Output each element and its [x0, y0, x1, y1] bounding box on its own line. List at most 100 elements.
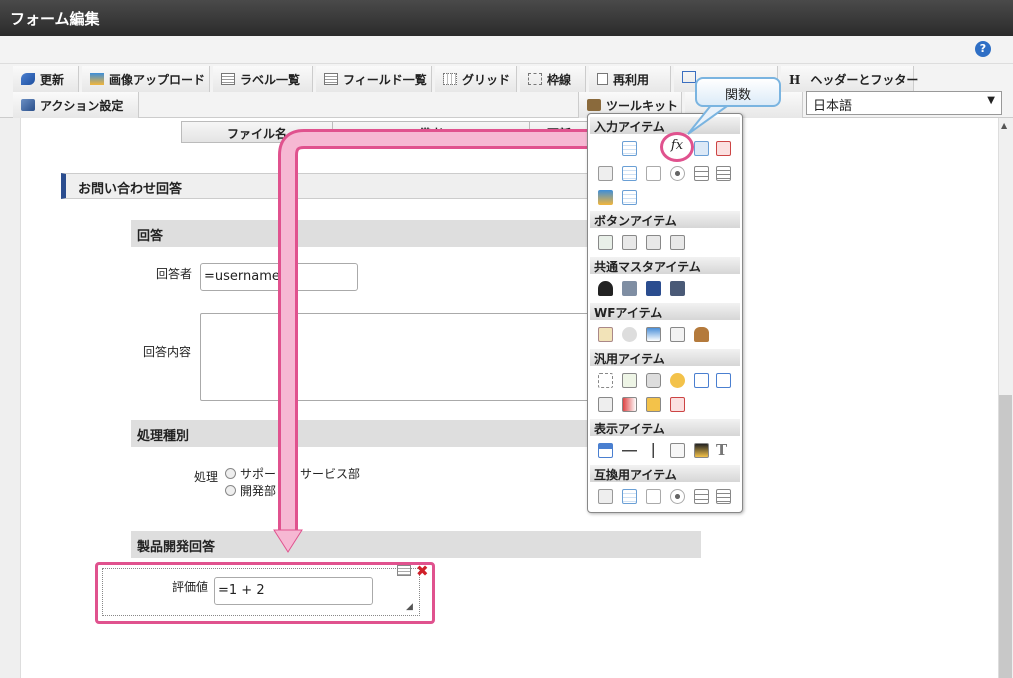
stamp-icon[interactable]	[694, 327, 709, 342]
list-item-icon[interactable]	[622, 166, 637, 181]
image-upload-button[interactable]: 画像アップロード	[82, 66, 210, 92]
header-item-icon[interactable]	[598, 443, 613, 458]
compat-radio-icon[interactable]	[670, 489, 685, 504]
compat-list-box-icon[interactable]	[716, 489, 731, 504]
update-button[interactable]: 更新	[13, 66, 79, 92]
image-icon[interactable]	[646, 327, 661, 342]
panel-icon[interactable]	[598, 397, 613, 412]
compat-select-icon[interactable]	[598, 489, 613, 504]
attachment-icon[interactable]	[622, 327, 637, 342]
window-title: フォーム編集	[0, 0, 1013, 36]
label-item-icon[interactable]	[598, 373, 613, 388]
textarea-item-icon[interactable]	[694, 166, 709, 181]
radio-dev[interactable]: 開発部	[225, 482, 276, 499]
grid-button[interactable]: グリッド	[435, 66, 517, 92]
compat-list-icon[interactable]	[622, 489, 637, 504]
palette-general-items: 汎用アイテム	[590, 349, 740, 366]
toolkit-label: ツールキット	[606, 99, 679, 113]
radio-item-icon[interactable]	[670, 166, 685, 181]
calendar-red-item-icon[interactable]	[716, 141, 731, 156]
update-icon	[21, 73, 35, 85]
chevron-down-icon: ▼	[987, 95, 995, 106]
header-footer-button[interactable]: H ヘッダーとフッター	[781, 66, 918, 92]
field-list-button[interactable]: フィールド一覧	[316, 66, 432, 92]
radio-support-label: サポート・サービス部	[240, 467, 361, 481]
action-settings-label: アクション設定	[40, 99, 124, 113]
history-icon[interactable]	[670, 327, 685, 342]
function-callout: 関数	[695, 77, 781, 107]
schedule-icon[interactable]	[670, 397, 685, 412]
table-item-icon[interactable]	[622, 141, 637, 156]
organization-icon[interactable]	[622, 281, 637, 296]
palette-display-items: 表示アイテム	[590, 419, 740, 436]
language-select[interactable]: 日本語 ▼	[806, 91, 1002, 115]
list-box-item-icon[interactable]	[716, 166, 731, 181]
tree-icon[interactable]	[646, 397, 661, 412]
user-icon[interactable]	[598, 281, 613, 296]
language-value: 日本語	[813, 99, 853, 114]
reuse-button[interactable]: 再利用	[589, 66, 671, 92]
vertical-line-icon[interactable]	[646, 443, 661, 458]
calendar-item-icon[interactable]	[694, 141, 709, 156]
image-display-icon[interactable]	[694, 443, 709, 458]
document-item-icon[interactable]	[622, 373, 637, 388]
checkbox-item-icon[interactable]	[646, 166, 661, 181]
frame-icon	[682, 71, 696, 83]
button-next-icon[interactable]	[622, 235, 637, 250]
eval-input[interactable]: =1 + 2	[214, 577, 373, 605]
button-check-icon[interactable]	[598, 235, 613, 250]
delete-icon[interactable]: ✖	[416, 562, 429, 580]
horizontal-line-icon[interactable]	[622, 443, 637, 458]
reuse-icon	[597, 73, 608, 85]
toolbox-icon	[587, 99, 601, 111]
upload-item-icon[interactable]	[598, 190, 613, 205]
label-list-button[interactable]: ラベル一覧	[213, 66, 313, 92]
palette-wf-items: WFアイテム	[590, 303, 740, 320]
compat-checkbox-icon[interactable]	[646, 489, 661, 504]
respondent-label: 回答者	[156, 267, 193, 281]
file-download-icon[interactable]	[716, 373, 731, 388]
respondent-input[interactable]: =username()	[200, 263, 358, 291]
text-icon[interactable]: T	[716, 441, 731, 459]
radio-dev-label: 開発部	[240, 484, 277, 498]
border-label: 枠線	[547, 73, 572, 87]
id-card-icon[interactable]	[622, 397, 637, 412]
function-item-icon[interactable]: fx	[660, 132, 694, 162]
camera-icon[interactable]	[646, 373, 661, 388]
process-header: 処理種別	[131, 420, 601, 447]
clipboard-icon[interactable]	[598, 327, 613, 342]
company-icon[interactable]	[670, 281, 685, 296]
field-settings-icon[interactable]	[397, 565, 411, 576]
content-textarea[interactable]	[200, 313, 600, 401]
help-icon[interactable]: ?	[975, 41, 991, 57]
field-list-label: フィールド一覧	[343, 73, 427, 87]
select-item-icon[interactable]	[598, 166, 613, 181]
scrollbar-thumb[interactable]	[999, 395, 1012, 678]
field-list-icon	[324, 73, 338, 85]
radio-support[interactable]: サポート・サービス部	[225, 465, 360, 482]
content-label: 回答内容	[143, 345, 192, 359]
compat-textarea-icon[interactable]	[694, 489, 709, 504]
scroll-up-icon[interactable]: ▲	[1001, 121, 1007, 130]
user-organization-icon[interactable]	[646, 281, 661, 296]
radio-circle-icon[interactable]	[225, 468, 236, 479]
grid-item-icon[interactable]	[622, 190, 637, 205]
action-settings-button[interactable]: アクション設定	[13, 92, 139, 118]
grid-icon	[443, 73, 457, 85]
palette-master-items: 共通マスタアイテム	[590, 257, 740, 274]
file-upload-icon[interactable]	[694, 373, 709, 388]
file-table-header-notes: 備考	[332, 121, 530, 143]
button-first-icon[interactable]	[670, 235, 685, 250]
border-button[interactable]: 枠線	[520, 66, 586, 92]
palette-compat-items: 互換用アイテム	[590, 465, 740, 482]
resize-grip-icon[interactable]: ◢	[406, 602, 413, 612]
button-back-icon[interactable]	[646, 235, 661, 250]
box-icon[interactable]	[670, 443, 685, 458]
radio-circle-icon[interactable]	[225, 485, 236, 496]
dev-answer-header: 製品開発回答	[131, 531, 701, 558]
header-footer-icon: H	[789, 73, 801, 87]
image-upload-label: 画像アップロード	[109, 73, 206, 87]
update-label: 更新	[40, 73, 65, 87]
header-footer-label: ヘッダーとフッター	[810, 73, 919, 87]
lightbulb-icon[interactable]	[670, 373, 685, 388]
